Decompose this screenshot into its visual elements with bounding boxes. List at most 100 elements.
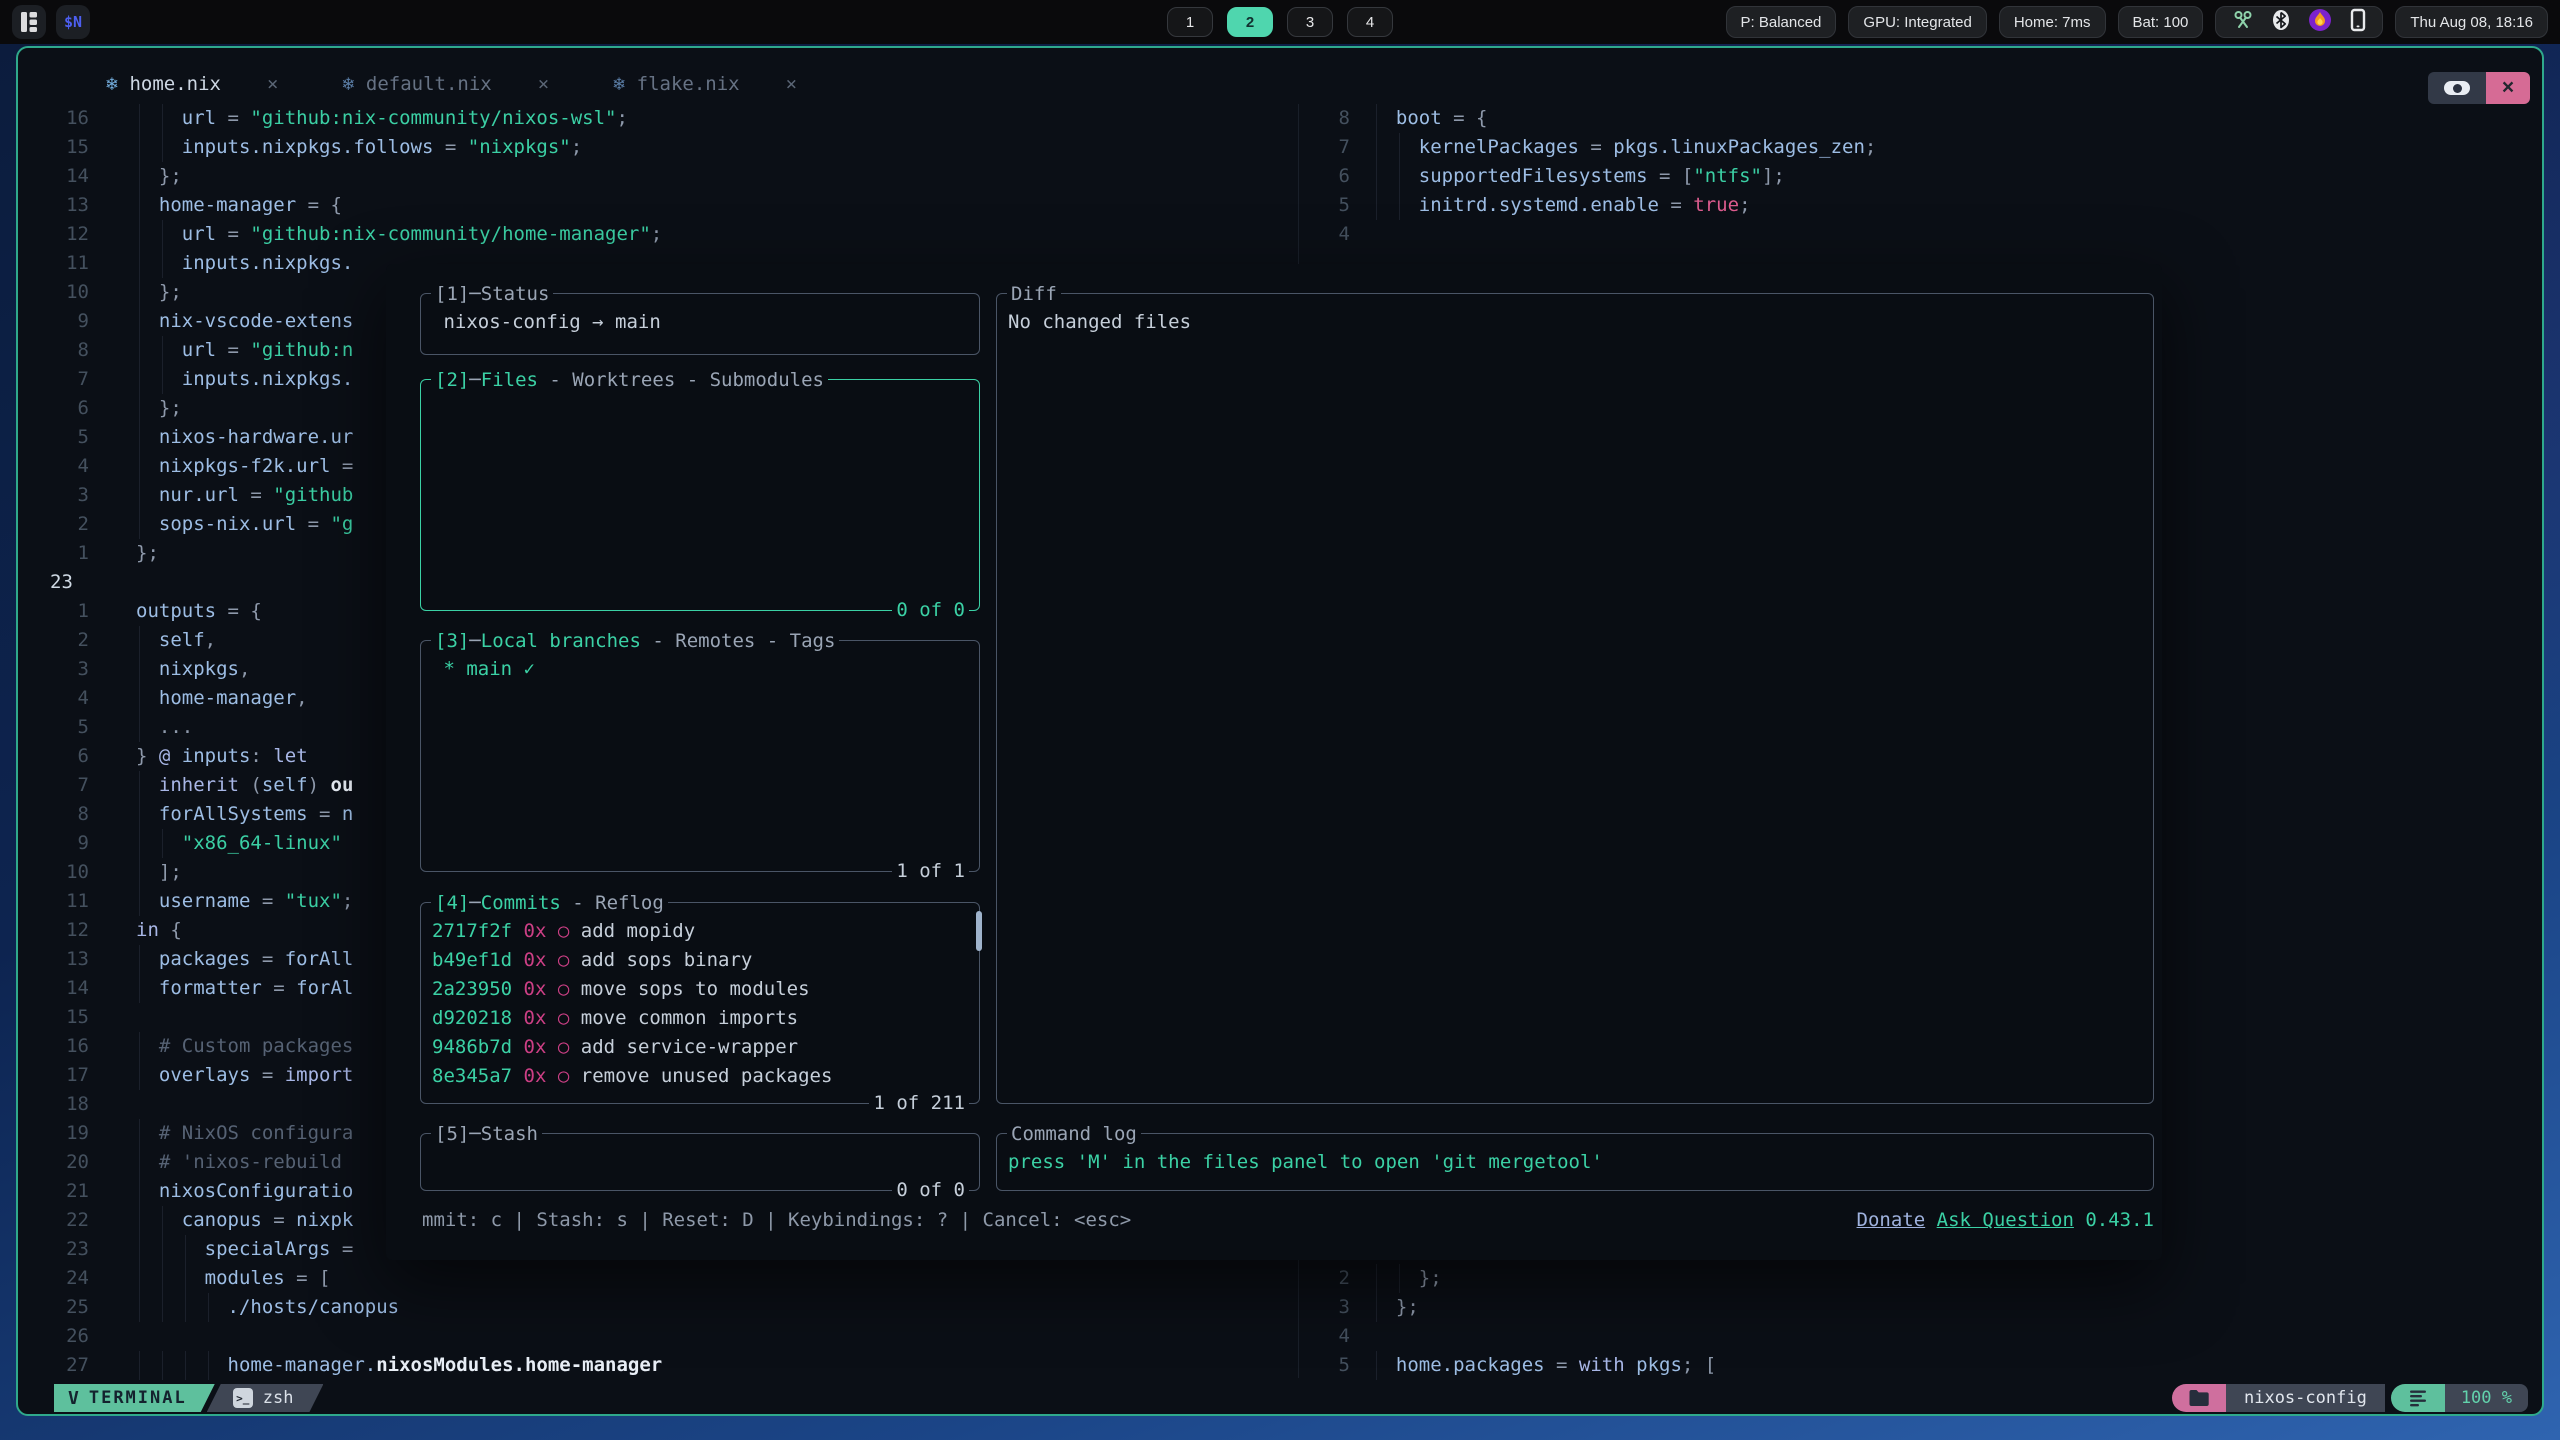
tab-label: home.nix	[129, 73, 221, 95]
code-line[interactable]: 5home.packages = with pkgs; [	[1302, 1351, 1716, 1380]
status-pill-latency[interactable]: Home: 7ms	[1999, 6, 2106, 38]
line-number: 2	[26, 626, 89, 655]
line-number: 13	[26, 945, 89, 974]
workspace-button-1[interactable]: 1	[1167, 7, 1213, 37]
shell-segment: >_ zsh	[207, 1384, 324, 1412]
lazygit-diff-panel[interactable]: DiffNo changed files	[996, 293, 2154, 1104]
bluetooth-icon[interactable]	[2272, 9, 2290, 35]
panel-row[interactable]: nixos-config → main	[432, 308, 979, 337]
line-number: 22	[26, 1206, 89, 1235]
terminal-window: ❄home.nix×❄default.nix×❄flake.nix× × 16u…	[16, 46, 2544, 1416]
status-pill-power-profile[interactable]: P: Balanced	[1726, 6, 1837, 38]
status-pill-battery[interactable]: Bat: 100	[2118, 6, 2204, 38]
nix-snowflake-icon: ❄	[106, 73, 117, 95]
scissors-icon[interactable]	[2232, 9, 2254, 35]
window-toggle-button[interactable]	[2428, 72, 2486, 104]
panel-row[interactable]: press 'M' in the files panel to open 'gi…	[1008, 1148, 2153, 1176]
phone-icon[interactable]	[2350, 8, 2366, 36]
commits-scrollbar[interactable]	[976, 911, 982, 951]
code-line[interactable]: 14};	[26, 162, 662, 191]
line-number: 5	[1302, 1351, 1350, 1380]
close-tab-icon[interactable]: ×	[786, 73, 797, 95]
tab-default.nix[interactable]: ❄default.nix×	[310, 73, 581, 95]
line-number: 3	[26, 481, 89, 510]
nix-shell-badge[interactable]: $N	[56, 5, 90, 39]
commit-row[interactable]: 2a23950 0x ○ move sops to modules	[432, 975, 979, 1004]
workspace-button-3[interactable]: 3	[1287, 7, 1333, 37]
commit-row[interactable]: d920218 0x ○ move common imports	[432, 1004, 979, 1033]
line-number: 3	[1302, 1293, 1350, 1322]
line-number: 9	[26, 307, 89, 336]
code-line[interactable]: 16url = "github:nix-community/nixos-wsl"…	[26, 104, 662, 133]
commit-row[interactable]: b49ef1d 0x ○ add sops binary	[432, 946, 979, 975]
code-line[interactable]: 6supportedFilesystems = ["ntfs"];	[1302, 162, 1876, 191]
editor-pane-right[interactable]: 8boot = {7kernelPackages = pkgs.linuxPac…	[1302, 104, 1876, 249]
code-line[interactable]: 13home-manager = {	[26, 191, 662, 220]
code-line[interactable]: 7kernelPackages = pkgs.linuxPackages_zen…	[1302, 133, 1876, 162]
code-line[interactable]: 24modules = [	[26, 1264, 662, 1293]
vim-icon: V	[68, 1388, 79, 1409]
close-tab-icon[interactable]: ×	[538, 73, 549, 95]
code-line[interactable]: 25./hosts/canopus	[26, 1293, 662, 1322]
lazygit-command-log-panel[interactable]: Command logpress 'M' in the files panel …	[996, 1133, 2154, 1191]
line-number: 10	[26, 858, 89, 887]
scroll-percentage: 100 %	[2445, 1384, 2528, 1412]
line-number: 12	[26, 916, 89, 945]
workspace-button-2[interactable]: 2	[1227, 7, 1273, 37]
code-line[interactable]: 15inputs.nixpkgs.follows = "nixpkgs";	[26, 133, 662, 162]
line-number: 15	[26, 133, 89, 162]
line-number: 23	[26, 1235, 89, 1264]
line-number: 18	[26, 1090, 89, 1119]
commit-row[interactable]: 8e345a7 0x ○ remove unused packages	[432, 1062, 979, 1089]
ask-question-link[interactable]: Ask Question	[1937, 1209, 2074, 1231]
workspace-button-4[interactable]: 4	[1347, 7, 1393, 37]
panel-count: 1 of 1	[892, 857, 969, 885]
window-close-button[interactable]: ×	[2486, 72, 2530, 104]
line-number: 7	[26, 365, 89, 394]
commit-row[interactable]: 9486b7d 0x ○ add service-wrapper	[432, 1033, 979, 1062]
lazygit-files-panel[interactable]: [2]─Files - Worktrees - Submodules 0 of …	[420, 379, 980, 611]
lazygit-status-panel[interactable]: [1]─Status nixos-config → main	[420, 293, 980, 355]
line-number: 1	[26, 539, 89, 568]
line-number: 7	[26, 771, 89, 800]
tab-home.nix[interactable]: ❄ home.nix ×	[74, 73, 310, 95]
lazygit-popup: [1]─Status nixos-config → main [2]─Files…	[386, 264, 2162, 1260]
apps-grid-icon[interactable]	[12, 5, 46, 39]
tab-flake.nix[interactable]: ❄flake.nix×	[581, 73, 829, 95]
lazygit-stash-panel[interactable]: [5]─Stash 0 of 0	[420, 1133, 980, 1191]
line-number: 9	[26, 829, 89, 858]
panel-row[interactable]: * main ✓	[432, 655, 979, 684]
line-number: 27	[26, 1351, 89, 1380]
code-line[interactable]: 8boot = {	[1302, 104, 1876, 133]
line-number: 6	[26, 742, 89, 771]
line-number: 10	[26, 278, 89, 307]
donate-link[interactable]: Donate	[1857, 1209, 1926, 1231]
line-number: 7	[1302, 133, 1350, 162]
lazygit-commits-panel[interactable]: [4]─Commits - Reflog2717f2f 0x ○ add mop…	[420, 902, 980, 1104]
code-line[interactable]: 5initrd.systemd.enable = true;	[1302, 191, 1876, 220]
editor-pane-right-bottom[interactable]: 2};3};45home.packages = with pkgs; [	[1302, 1264, 1716, 1380]
code-line[interactable]: 26	[26, 1322, 662, 1351]
lazygit-branches-panel[interactable]: [3]─Local branches - Remotes - Tags * ma…	[420, 640, 980, 872]
code-line[interactable]: 2};	[1302, 1264, 1716, 1293]
panel-count: 0 of 0	[892, 596, 969, 624]
code-line[interactable]: 27home-manager.nixosModules.home-manager	[26, 1351, 662, 1380]
close-tab-icon[interactable]: ×	[267, 73, 278, 95]
code-line[interactable]: 12url = "github:nix-community/home-manag…	[26, 220, 662, 249]
line-number: 24	[26, 1264, 89, 1293]
keybindings-hint: mmit: c | Stash: s | Reset: D | Keybindi…	[422, 1206, 1131, 1235]
code-line[interactable]: 4	[1302, 1322, 1716, 1351]
panel-row[interactable]: No changed files	[1008, 308, 2153, 337]
line-number: 5	[1302, 191, 1350, 220]
line-number: 6	[26, 394, 89, 423]
flame-icon[interactable]	[2308, 8, 2332, 36]
panel-title: [1]─Status	[431, 280, 553, 308]
status-pill-gpu[interactable]: GPU: Integrated	[1848, 6, 1986, 38]
code-line[interactable]: 3};	[1302, 1293, 1716, 1322]
commit-row[interactable]: 2717f2f 0x ○ add mopidy	[432, 917, 979, 946]
line-number: 11	[26, 887, 89, 916]
line-number: 19	[26, 1119, 89, 1148]
line-number: 12	[26, 220, 89, 249]
clock[interactable]: Thu Aug 08, 18:16	[2395, 6, 2548, 38]
code-line[interactable]: 4	[1302, 220, 1876, 249]
